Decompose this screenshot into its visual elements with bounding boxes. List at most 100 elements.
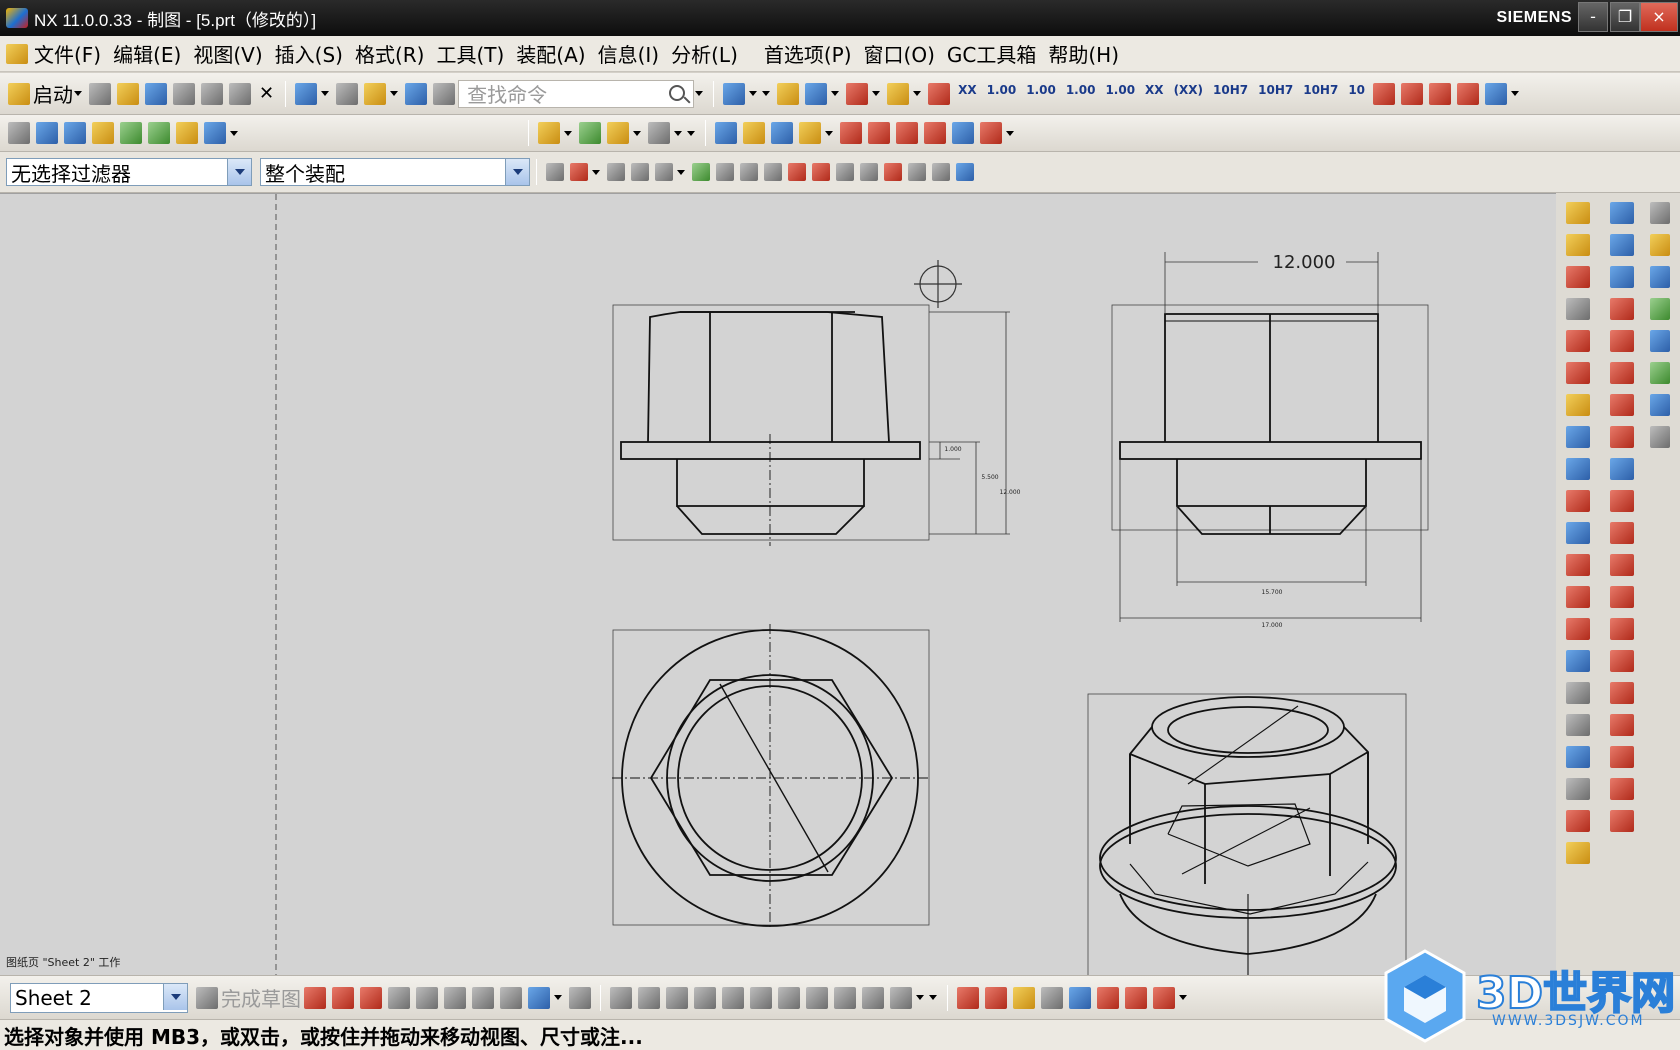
snap-intersection-icon[interactable] (764, 163, 782, 181)
perp-line-icon[interactable] (1610, 298, 1634, 320)
view-create-icon[interactable] (777, 82, 800, 105)
pattern-icon[interactable] (1125, 986, 1147, 1009)
diameter2-icon[interactable] (1457, 82, 1480, 105)
menu-assembly[interactable]: 装配(A) (516, 39, 585, 68)
menu-file[interactable]: 文件(F) (34, 39, 101, 68)
rectangle-select-icon[interactable] (655, 163, 673, 181)
point-tool-icon[interactable] (528, 986, 550, 1009)
chevron-down-icon[interactable] (163, 983, 187, 1010)
roles-icon[interactable] (1650, 426, 1670, 448)
profile-icon[interactable] (304, 986, 326, 1009)
edit-sheet-icon[interactable] (92, 122, 114, 144)
menu-insert[interactable]: 插入(S) (275, 39, 343, 68)
chamfer-tool-icon[interactable] (444, 986, 466, 1009)
menu-view[interactable]: 视图(V) (193, 39, 262, 68)
view-icon-5[interactable] (1566, 522, 1590, 544)
tol-fit-1[interactable]: 10H7 (1256, 83, 1295, 105)
select-mode-icon[interactable] (631, 163, 649, 181)
constraint-icon-3[interactable] (666, 986, 688, 1009)
filter-reset-icon[interactable] (546, 163, 564, 181)
view-icon-2[interactable] (1566, 426, 1590, 448)
constraint-icon-10[interactable] (862, 986, 884, 1009)
menu-help[interactable]: 帮助(H) (1048, 39, 1119, 68)
projected-view-icon[interactable] (579, 122, 601, 144)
arc-icon[interactable] (1610, 330, 1634, 352)
line-tool-icon[interactable] (332, 986, 354, 1009)
layer-settings-icon[interactable] (64, 122, 86, 144)
start-button[interactable]: 启动 (33, 79, 73, 108)
view-icon-6[interactable] (1566, 554, 1590, 576)
menu-analysis[interactable]: 分析(L) (671, 39, 738, 68)
deselect-icon[interactable] (607, 163, 625, 181)
rapid-dim-icon[interactable] (1566, 202, 1590, 224)
tol-basic[interactable]: XX (1143, 83, 1166, 105)
menu-edit[interactable]: 编辑(E) (113, 39, 181, 68)
restore-button[interactable]: ❐ (1610, 2, 1640, 32)
parallel-line-icon[interactable] (1610, 266, 1634, 288)
snap-point-icon[interactable] (860, 163, 878, 181)
view-icon-12[interactable] (1566, 746, 1590, 768)
part-navigator-icon[interactable] (1650, 234, 1670, 256)
fit-view-icon[interactable] (723, 82, 746, 105)
measure-icon[interactable] (1373, 82, 1396, 105)
circle-icon[interactable] (1610, 618, 1634, 640)
circle2-icon[interactable] (1610, 650, 1634, 672)
constraint-icon-8[interactable] (806, 986, 828, 1009)
tol-bilateral[interactable]: 1.00 (985, 83, 1019, 105)
line-icon[interactable] (1610, 202, 1634, 224)
open-file-icon[interactable] (117, 82, 139, 105)
chevron-down-icon[interactable] (74, 91, 82, 96)
mirror-icon[interactable] (1153, 986, 1175, 1009)
view-icon-1[interactable] (1566, 394, 1590, 416)
dimension-17[interactable]: 17.000 (1262, 622, 1283, 629)
view-icon-8[interactable] (1566, 618, 1590, 640)
section-view-icon[interactable] (607, 122, 629, 144)
view-icon-15[interactable] (1566, 842, 1590, 864)
centerline-icon[interactable] (840, 122, 862, 144)
constraint-icon-7[interactable] (778, 986, 800, 1009)
detail-view-icon[interactable] (648, 122, 670, 144)
menu-preferences[interactable]: 首选项(P) (764, 39, 852, 68)
ordinate-icon[interactable] (928, 82, 951, 105)
fit-curve-icon[interactable] (1013, 986, 1035, 1009)
touch-mode-icon[interactable] (405, 82, 428, 105)
paste-icon[interactable] (229, 82, 251, 105)
spline-icon[interactable] (1069, 986, 1091, 1009)
fillet-icon[interactable] (1610, 426, 1634, 448)
constraint-icon-4[interactable] (694, 986, 716, 1009)
bracket2-icon[interactable] (1610, 586, 1634, 608)
view-icon-10[interactable] (1566, 682, 1590, 704)
feature-control-icon[interactable] (799, 122, 821, 144)
gear-icon[interactable] (1650, 202, 1670, 224)
assembly-nav-icon[interactable] (120, 122, 142, 144)
bracket-icon[interactable] (1610, 554, 1634, 576)
circle6-icon[interactable] (1610, 778, 1634, 800)
history-icon[interactable] (1650, 394, 1670, 416)
view-update-icon[interactable] (805, 82, 828, 105)
sheet-dropdown[interactable]: Sheet 2 (10, 982, 188, 1013)
view-icon-11[interactable] (1566, 714, 1590, 736)
snap-arc-center-icon[interactable] (788, 163, 806, 181)
undo-icon[interactable] (295, 82, 318, 105)
view-icon-14[interactable] (1566, 810, 1590, 832)
curve-arc-icon[interactable] (1610, 490, 1634, 512)
table-icon[interactable] (952, 122, 974, 144)
crosshair-icon[interactable] (896, 122, 918, 144)
snap-midpoint-icon[interactable] (716, 163, 734, 181)
curve-icon[interactable] (924, 122, 946, 144)
snap-circle-icon[interactable] (884, 163, 902, 181)
sheet-icon[interactable] (8, 122, 30, 144)
circle-tool-icon[interactable] (388, 986, 410, 1009)
angle-icon[interactable] (1401, 82, 1424, 105)
line-2-icon[interactable] (957, 986, 979, 1009)
layer-icon[interactable] (36, 122, 58, 144)
offset-icon[interactable] (1097, 986, 1119, 1009)
constraint-icon-6[interactable] (750, 986, 772, 1009)
menu-tools[interactable]: 工具(T) (436, 39, 504, 68)
tol-xx[interactable]: XX (956, 83, 979, 105)
finish-sketch-button[interactable]: 完成草图 (221, 983, 301, 1012)
tol-fit-2[interactable]: 10H7 (1301, 83, 1340, 105)
arrow-curve-icon[interactable] (980, 122, 1002, 144)
menu-gc-toolbox[interactable]: GC工具箱 (947, 39, 1036, 68)
tol-reference[interactable]: (XX) (1172, 83, 1205, 105)
